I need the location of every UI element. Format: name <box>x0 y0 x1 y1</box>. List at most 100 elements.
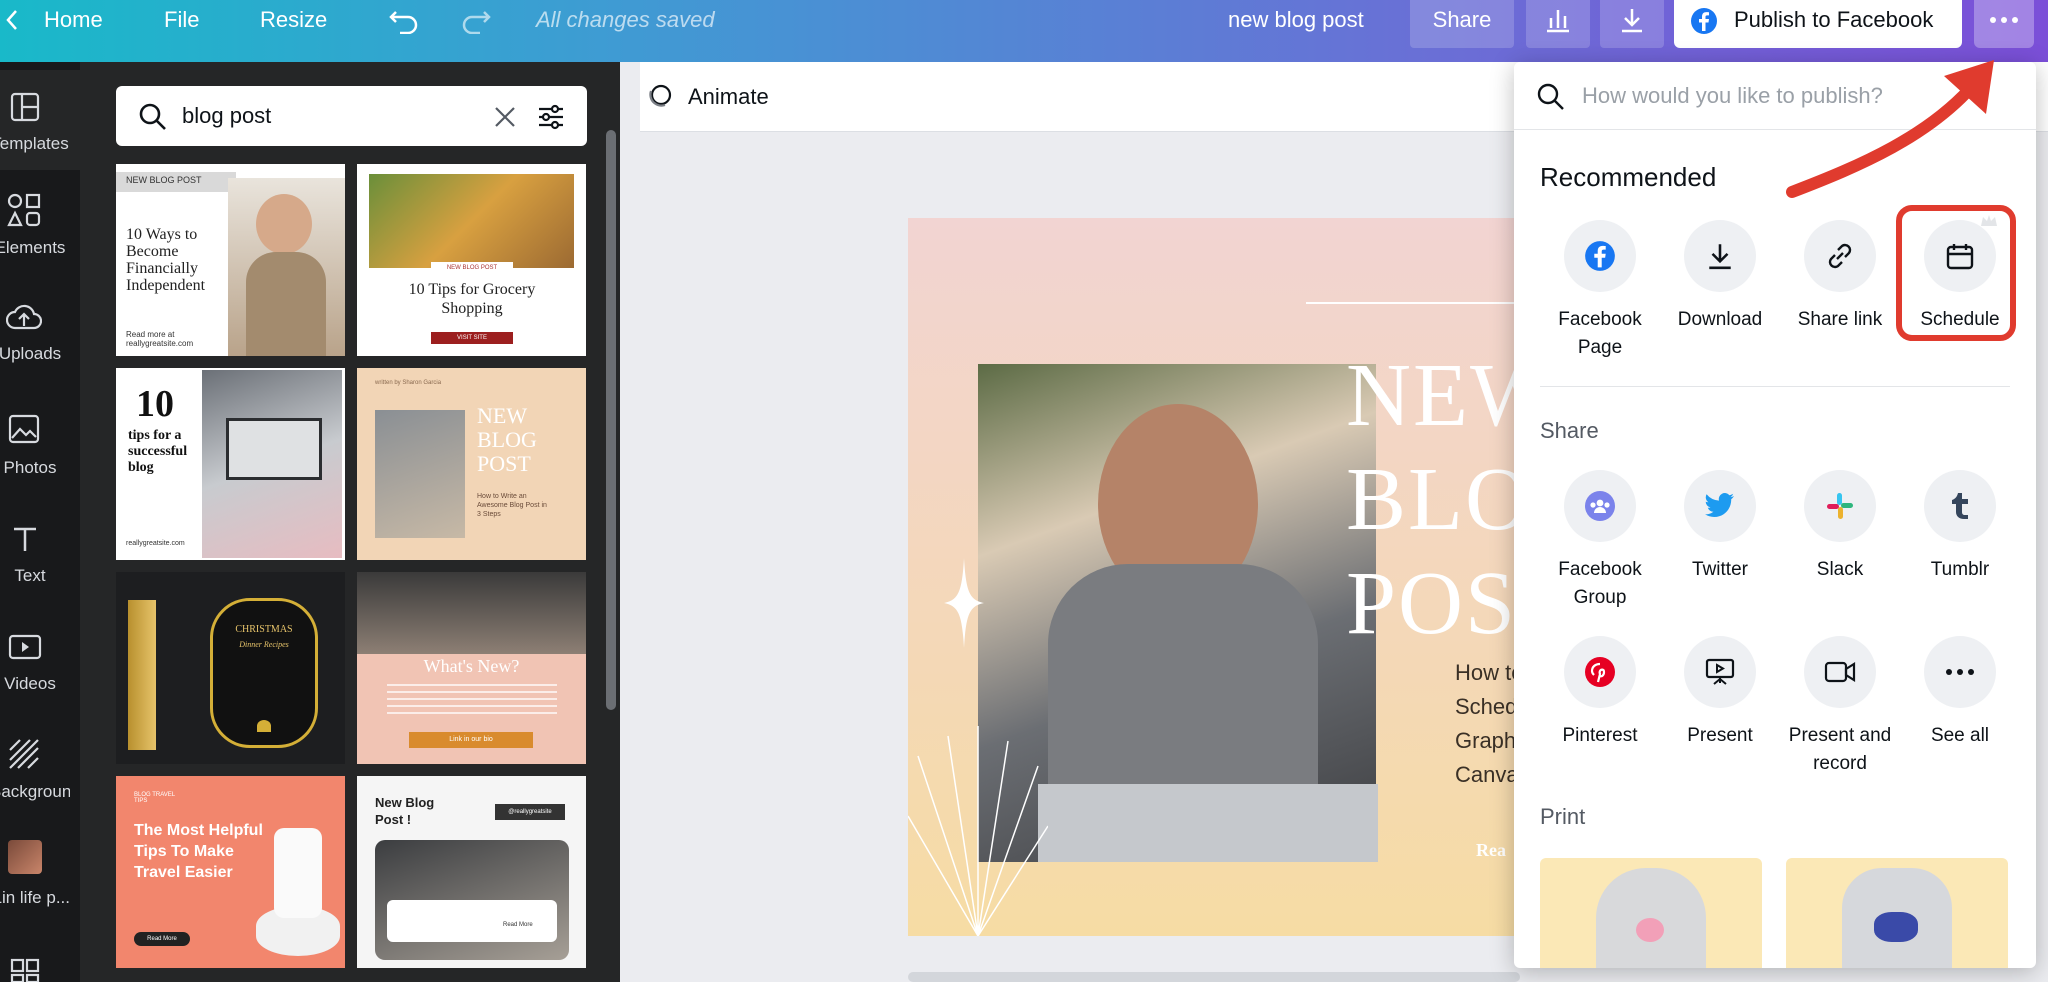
search-input[interactable]: blog post <box>182 86 271 146</box>
nav-item-templates[interactable]: Templates <box>0 70 80 170</box>
thumb-foot: Read more at reallygreatsite.com <box>126 330 194 348</box>
bar-chart-icon <box>1547 10 1569 33</box>
thumb-title: What's New? <box>423 656 520 676</box>
search-icon <box>1537 83 1564 110</box>
redo-icon[interactable] <box>460 6 492 34</box>
thumb-foot: Link in our bio <box>409 732 533 748</box>
sparkle-decoration <box>944 558 984 648</box>
recommended-heading: Recommended <box>1540 162 1717 192</box>
print-sweatshirt-card[interactable] <box>1786 858 2008 968</box>
option-present[interactable]: Present <box>1660 636 1780 750</box>
thumb-tag: @reallygreatsite <box>495 804 565 820</box>
uploads-icon <box>6 304 42 330</box>
template-thumb[interactable]: 10 tips for a successful blog reallygrea… <box>116 368 345 560</box>
nav-item-background[interactable]: Background <box>0 718 80 818</box>
link-icon <box>1828 243 1852 269</box>
option-share-link[interactable]: Share link <box>1780 220 1900 334</box>
option-present-and-record[interactable]: Present and record <box>1780 636 1900 778</box>
download-icon <box>1709 244 1731 270</box>
nav-label: Lin life p... <box>0 888 70 907</box>
back-chevron-icon[interactable] <box>4 8 20 32</box>
thumb-title: New Blog Post ! <box>375 795 435 827</box>
document-title[interactable]: new blog post <box>1228 0 1364 40</box>
option-label: Download <box>1677 309 1763 330</box>
clear-icon[interactable] <box>494 106 516 128</box>
slack-icon <box>1827 493 1853 519</box>
thumb-tag: NEW BLOG POST <box>126 175 202 185</box>
section-divider <box>1540 386 2010 387</box>
background-icon <box>9 739 39 769</box>
undo-icon[interactable] <box>388 6 420 34</box>
file-menu[interactable]: File <box>164 0 199 40</box>
nav-label: Photos <box>3 458 57 477</box>
home-menu[interactable]: Home <box>44 0 103 40</box>
thumb-title: tips for a successful blog <box>128 428 188 475</box>
print-hoodie-card[interactable] <box>1540 858 1762 968</box>
thumb-tag: 10 <box>136 383 174 425</box>
thumb-title: The Most Helpful Tips To Make Travel Eas… <box>134 822 263 881</box>
schedule-highlight-annotation <box>1896 205 2016 341</box>
publish-to-facebook-button[interactable]: Publish to Facebook <box>1674 0 1962 48</box>
print-heading: Print <box>1540 804 1586 829</box>
thumb-foot: How to Write an Awesome Blog Post in 3 S… <box>477 493 547 518</box>
filter-icon[interactable] <box>536 102 566 132</box>
nav-item-videos[interactable]: Videos <box>0 610 80 710</box>
template-thumb[interactable]: NEW BLOG POST 10 Ways to Become Financia… <box>116 164 345 356</box>
thumb-foot: reallygreatsite.com <box>126 540 185 547</box>
starburst-decoration <box>908 726 1048 936</box>
tumblr-icon <box>1952 493 1968 519</box>
thumb-title: Dinner Recipes <box>239 640 289 649</box>
nav-item-photos[interactable]: Photos <box>0 394 80 494</box>
share-button[interactable]: Share <box>1410 0 1514 48</box>
apps-icon[interactable] <box>10 958 40 982</box>
download-button[interactable] <box>1600 0 1664 48</box>
nav-item-elements[interactable]: Elements <box>0 178 80 278</box>
nav-label: Templates <box>0 134 69 153</box>
option-tumblr[interactable]: Tumblr <box>1900 470 2020 584</box>
option-label: Share link <box>1797 309 1883 330</box>
option-facebook-group[interactable]: Facebook Group <box>1540 470 1660 612</box>
option-label: Twitter <box>1692 559 1748 580</box>
option-label: Present and record <box>1788 725 1892 774</box>
panel-scrollbar[interactable] <box>606 130 616 710</box>
thumb-tag: written by Sharon Garcia <box>375 380 442 386</box>
option-label: Tumblr <box>1930 559 1990 580</box>
thumb-tag: CHRISTMAS <box>235 624 293 635</box>
option-twitter[interactable]: Twitter <box>1660 470 1780 584</box>
pinterest-icon <box>1585 657 1615 687</box>
more-options-button[interactable] <box>1974 0 2034 48</box>
option-see-all[interactable]: See all <box>1900 636 2020 750</box>
insights-button[interactable] <box>1526 0 1590 48</box>
thumb-title: NEW BLOG POST <box>477 403 537 476</box>
option-slack[interactable]: Slack <box>1780 470 1900 584</box>
animate-label: Animate <box>688 84 769 109</box>
template-thumb[interactable]: CHRISTMAS Dinner Recipes <box>116 572 345 764</box>
template-thumb[interactable]: written by Sharon Garcia NEW BLOG POST H… <box>357 368 586 560</box>
nav-item-text[interactable]: Text <box>0 502 80 602</box>
facebook-icon <box>1691 8 1717 34</box>
template-thumb[interactable]: NEW BLOG POST 10 Tips for Grocery Shoppi… <box>357 164 586 356</box>
option-label: See all <box>1930 725 1990 746</box>
option-pinterest[interactable]: Pinterest <box>1540 636 1660 750</box>
option-label: Pinterest <box>1562 725 1638 746</box>
template-search-box[interactable]: blog post <box>116 86 587 146</box>
animate-button[interactable]: Animate <box>640 62 800 132</box>
thumb-foot: Read More <box>134 932 190 946</box>
canvas-scrollbar[interactable] <box>908 972 1520 982</box>
resize-menu[interactable]: Resize <box>260 0 327 40</box>
option-download[interactable]: Download <box>1660 220 1780 334</box>
option-label: Facebook Group <box>1558 559 1642 608</box>
thumb-title: 10 Ways to Become Financially Independen… <box>126 226 206 294</box>
option-facebook-page[interactable]: Facebook Page <box>1540 220 1660 362</box>
nav-item-folder[interactable]: Lin life p... <box>0 826 80 926</box>
record-icon <box>1824 661 1856 683</box>
template-thumb[interactable]: BLOG TRAVEL TIPS The Most Helpful Tips T… <box>116 776 345 968</box>
option-label: Facebook Page <box>1558 309 1642 358</box>
videos-icon <box>8 634 42 660</box>
thumb-foot: VISIT SITE <box>431 332 513 344</box>
templates-panel: blog post NEW BLOG POST 10 Ways to Becom… <box>80 62 620 982</box>
template-thumb[interactable]: New Blog Post ! @reallygreatsite Read Mo… <box>357 776 586 968</box>
template-thumb[interactable]: What's New? Link in our bio <box>357 572 586 764</box>
search-icon <box>139 103 166 130</box>
nav-item-uploads[interactable]: Uploads <box>0 286 80 386</box>
